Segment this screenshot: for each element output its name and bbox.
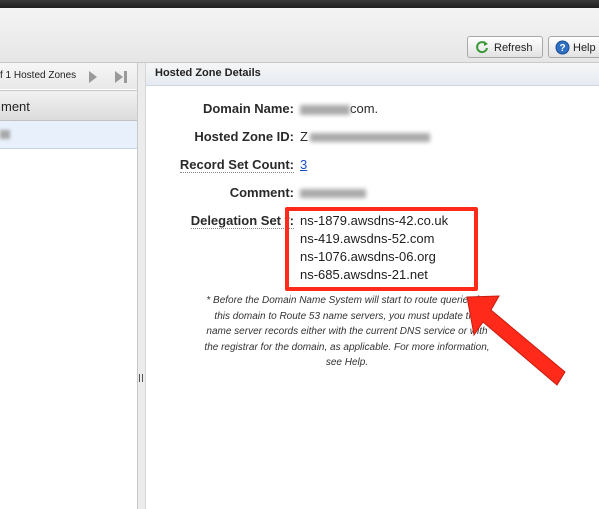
domain-name-value: com. [300,101,378,116]
details-header: Hosted Zone Details [146,63,599,86]
redacted-text [300,189,366,199]
window-top-bar [0,0,599,8]
name-server-4: ns-685.awsdns-21.net [300,267,428,282]
comment-column-header[interactable]: ment [0,90,137,121]
delegation-set-label: Delegation Set *: [190,213,294,229]
table-row[interactable] [0,121,137,149]
hosted-zone-details: Domain Name: com. Hosted Zone ID: Z Reco… [146,86,599,509]
column-header-label: ment [1,99,30,114]
record-set-count-link[interactable]: 3 [300,157,307,172]
refresh-button[interactable]: Refresh [467,36,543,58]
details-title: Hosted Zone Details [155,67,261,79]
refresh-icon [475,40,489,57]
comment-label: Comment: [229,185,294,200]
svg-text:?: ? [559,43,565,54]
redacted-text [0,130,10,139]
domain-name-label: Domain Name: [202,101,294,116]
name-server-3: ns-1076.awsdns-06.org [300,249,436,264]
record-set-count-label: Record Set Count: [179,157,294,173]
name-server-1: ns-1879.awsdns-42.co.uk [300,213,449,228]
pager: f 1 Hosted Zones [0,63,137,89]
record-set-count-value: 3 [300,157,307,172]
panel-splitter[interactable] [138,63,146,509]
refresh-label: Refresh [494,42,533,54]
splitter-grip-icon [139,374,143,384]
domain-suffix: com. [350,101,379,116]
delegation-footnote: * Before the Domain Name System will sta… [204,295,490,368]
hosted-zone-id-label: Hosted Zone ID: [194,129,294,144]
help-icon: ? [555,40,570,57]
hosted-zones-list-panel: f 1 Hosted Zones ment [0,63,138,509]
zone-id-prefix: Z [300,129,308,144]
hosted-zone-id-value: Z [300,129,430,144]
help-button[interactable]: ? Help [548,36,599,58]
pager-text: f 1 Hosted Zones [0,70,77,81]
redacted-text [300,104,350,115]
help-label: Help [573,42,596,54]
name-server-2: ns-419.awsdns-52.com [300,231,435,246]
redacted-text [309,133,430,143]
toolbar: Refresh ? Help [0,8,599,63]
comment-value [300,185,366,200]
